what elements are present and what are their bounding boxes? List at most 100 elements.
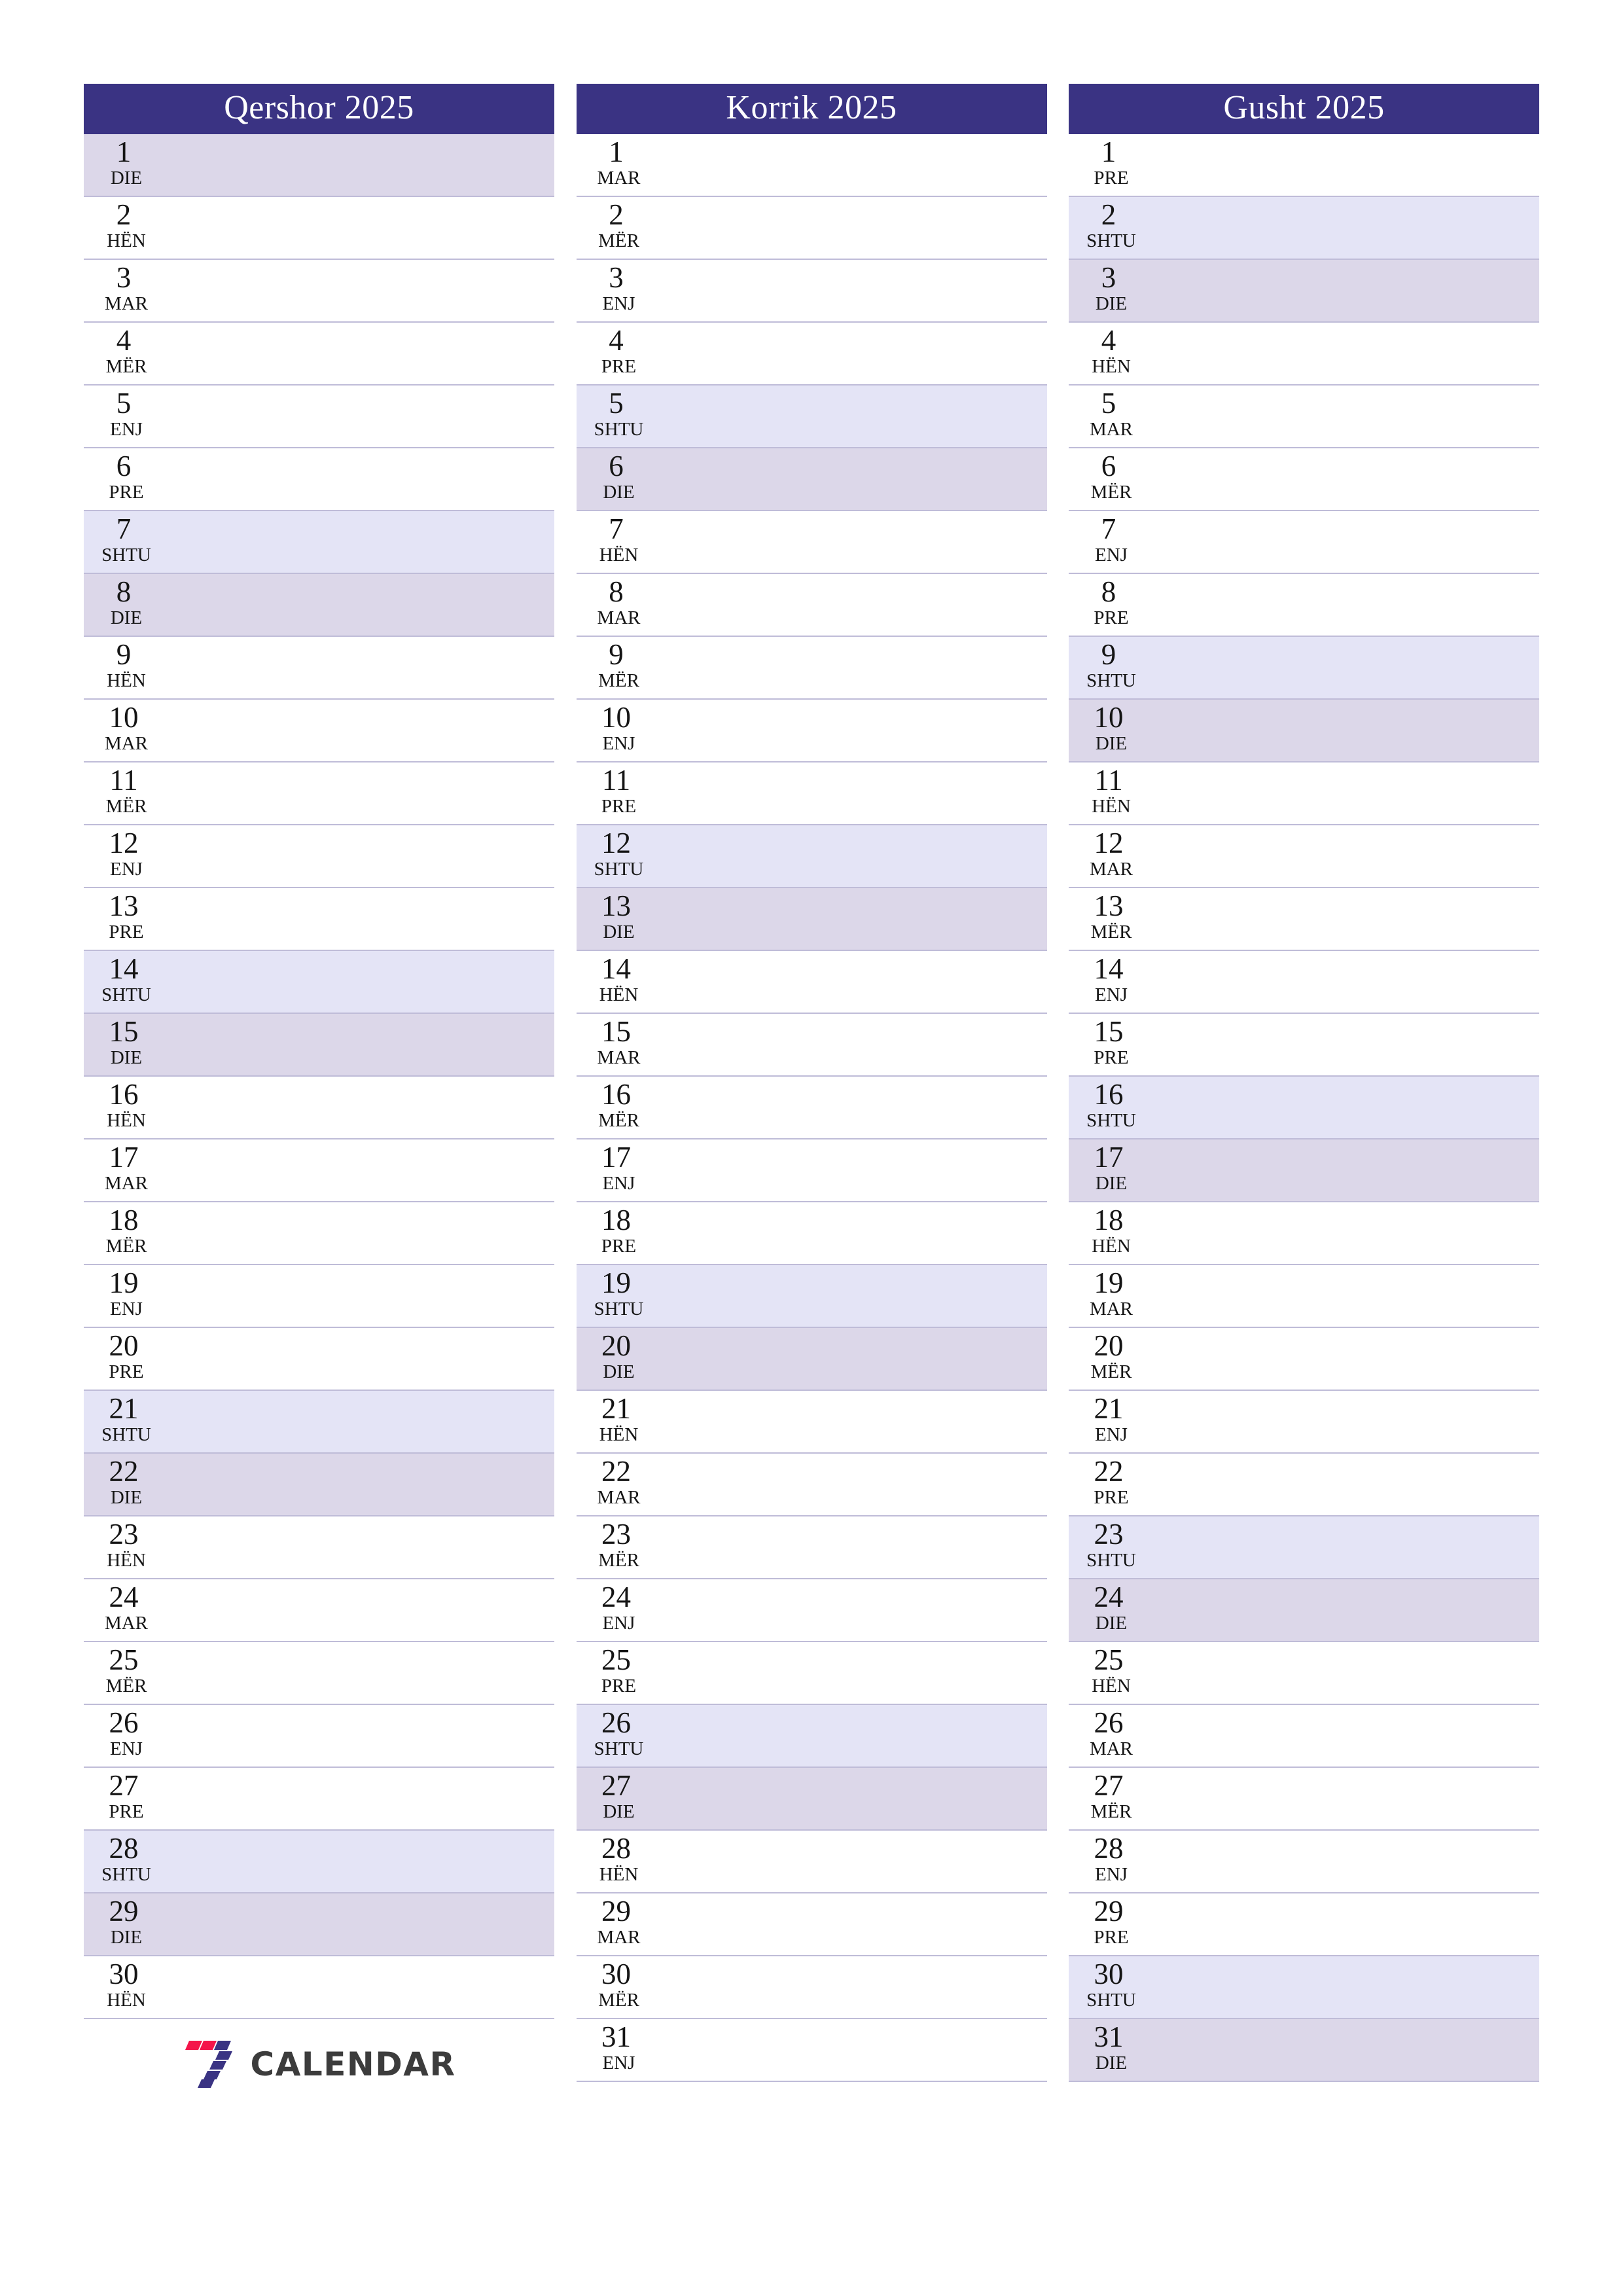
day-note-area[interactable] xyxy=(1154,2019,1539,2081)
day-note-area[interactable] xyxy=(1154,1265,1539,1327)
day-row[interactable]: 25 PRE xyxy=(576,1642,1047,1705)
day-note-area[interactable] xyxy=(169,951,554,1013)
day-note-area[interactable] xyxy=(1154,1831,1539,1892)
day-row[interactable]: 27 PRE xyxy=(84,1768,554,1831)
day-row[interactable]: 9 SHTU xyxy=(1069,637,1539,700)
day-row[interactable]: 24 DIE xyxy=(1069,1579,1539,1642)
day-row[interactable]: 28 SHTU xyxy=(84,1831,554,1893)
day-row[interactable]: 16 SHTU xyxy=(1069,1077,1539,1139)
day-note-area[interactable] xyxy=(1154,1768,1539,1829)
day-note-area[interactable] xyxy=(1154,1014,1539,1075)
day-row[interactable]: 2 HËN xyxy=(84,197,554,260)
day-note-area[interactable] xyxy=(1154,1202,1539,1264)
day-note-area[interactable] xyxy=(1154,511,1539,573)
day-note-area[interactable] xyxy=(169,1516,554,1578)
day-note-area[interactable] xyxy=(169,1139,554,1201)
day-note-area[interactable] xyxy=(1154,1893,1539,1955)
day-row[interactable]: 26 SHTU xyxy=(576,1705,1047,1768)
day-note-area[interactable] xyxy=(1154,448,1539,510)
day-note-area[interactable] xyxy=(169,1642,554,1704)
day-row[interactable]: 24 ENJ xyxy=(576,1579,1047,1642)
day-note-area[interactable] xyxy=(662,1454,1047,1515)
day-row[interactable]: 3 MAR xyxy=(84,260,554,323)
day-row[interactable]: 11 HËN xyxy=(1069,762,1539,825)
day-note-area[interactable] xyxy=(169,1956,554,2018)
day-row[interactable]: 11 PRE xyxy=(576,762,1047,825)
day-note-area[interactable] xyxy=(1154,825,1539,887)
day-note-area[interactable] xyxy=(1154,197,1539,259)
day-row[interactable]: 27 MËR xyxy=(1069,1768,1539,1831)
day-note-area[interactable] xyxy=(662,1391,1047,1452)
day-row[interactable]: 29 PRE xyxy=(1069,1893,1539,1956)
day-row[interactable]: 10 ENJ xyxy=(576,700,1047,762)
day-note-area[interactable] xyxy=(1154,134,1539,196)
day-note-area[interactable] xyxy=(1154,260,1539,321)
day-row[interactable]: 21 SHTU xyxy=(84,1391,554,1454)
day-note-area[interactable] xyxy=(1154,951,1539,1013)
day-row[interactable]: 23 HËN xyxy=(84,1516,554,1579)
day-row[interactable]: 21 ENJ xyxy=(1069,1391,1539,1454)
day-note-area[interactable] xyxy=(169,1705,554,1767)
day-note-area[interactable] xyxy=(1154,1139,1539,1201)
day-row[interactable]: 4 HËN xyxy=(1069,323,1539,386)
day-row[interactable]: 7 SHTU xyxy=(84,511,554,574)
day-row[interactable]: 20 PRE xyxy=(84,1328,554,1391)
day-row[interactable]: 4 MËR xyxy=(84,323,554,386)
day-note-area[interactable] xyxy=(662,1014,1047,1075)
day-note-area[interactable] xyxy=(662,1893,1047,1955)
day-row[interactable]: 22 MAR xyxy=(576,1454,1047,1516)
day-note-area[interactable] xyxy=(662,1831,1047,1892)
day-note-area[interactable] xyxy=(662,574,1047,636)
day-note-area[interactable] xyxy=(169,1579,554,1641)
day-row[interactable]: 13 PRE xyxy=(84,888,554,951)
day-note-area[interactable] xyxy=(662,1265,1047,1327)
day-row[interactable]: 1 PRE xyxy=(1069,134,1539,197)
day-note-area[interactable] xyxy=(662,1642,1047,1704)
day-note-area[interactable] xyxy=(662,1077,1047,1138)
day-row[interactable]: 18 HËN xyxy=(1069,1202,1539,1265)
day-note-area[interactable] xyxy=(662,637,1047,698)
day-note-area[interactable] xyxy=(169,1831,554,1892)
day-row[interactable]: 22 PRE xyxy=(1069,1454,1539,1516)
day-row[interactable]: 25 MËR xyxy=(84,1642,554,1705)
day-note-area[interactable] xyxy=(1154,1579,1539,1641)
day-row[interactable]: 1 DIE xyxy=(84,134,554,197)
day-note-area[interactable] xyxy=(1154,1391,1539,1452)
day-note-area[interactable] xyxy=(169,1893,554,1955)
day-note-area[interactable] xyxy=(169,1014,554,1075)
day-row[interactable]: 26 MAR xyxy=(1069,1705,1539,1768)
day-note-area[interactable] xyxy=(662,386,1047,447)
day-row[interactable]: 13 MËR xyxy=(1069,888,1539,951)
day-note-area[interactable] xyxy=(1154,700,1539,761)
day-note-area[interactable] xyxy=(169,323,554,384)
day-row[interactable]: 30 MËR xyxy=(576,1956,1047,2019)
day-row[interactable]: 5 SHTU xyxy=(576,386,1047,448)
day-row[interactable]: 5 ENJ xyxy=(84,386,554,448)
day-note-area[interactable] xyxy=(169,260,554,321)
day-row[interactable]: 28 HËN xyxy=(576,1831,1047,1893)
day-row[interactable]: 17 MAR xyxy=(84,1139,554,1202)
day-note-area[interactable] xyxy=(169,1391,554,1452)
day-row[interactable]: 14 ENJ xyxy=(1069,951,1539,1014)
day-row[interactable]: 31 ENJ xyxy=(576,2019,1047,2082)
day-row[interactable]: 24 MAR xyxy=(84,1579,554,1642)
day-note-area[interactable] xyxy=(1154,888,1539,950)
day-note-area[interactable] xyxy=(662,1139,1047,1201)
day-note-area[interactable] xyxy=(662,1328,1047,1390)
day-row[interactable]: 1 MAR xyxy=(576,134,1047,197)
day-note-area[interactable] xyxy=(1154,762,1539,824)
day-row[interactable]: 10 MAR xyxy=(84,700,554,762)
day-row[interactable]: 11 MËR xyxy=(84,762,554,825)
day-row[interactable]: 14 SHTU xyxy=(84,951,554,1014)
day-note-area[interactable] xyxy=(662,888,1047,950)
day-row[interactable]: 28 ENJ xyxy=(1069,1831,1539,1893)
day-note-area[interactable] xyxy=(169,825,554,887)
day-note-area[interactable] xyxy=(662,1579,1047,1641)
day-row[interactable]: 29 DIE xyxy=(84,1893,554,1956)
day-note-area[interactable] xyxy=(662,1768,1047,1829)
day-row[interactable]: 2 SHTU xyxy=(1069,197,1539,260)
day-note-area[interactable] xyxy=(662,323,1047,384)
day-note-area[interactable] xyxy=(1154,637,1539,698)
day-row[interactable]: 19 SHTU xyxy=(576,1265,1047,1328)
day-note-area[interactable] xyxy=(169,1768,554,1829)
